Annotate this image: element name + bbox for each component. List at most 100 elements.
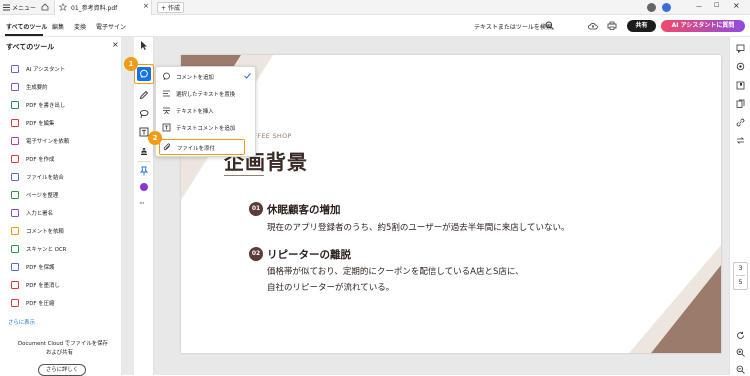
tool-icon bbox=[11, 173, 19, 181]
maximize-button[interactable]: ☐ bbox=[714, 2, 719, 9]
tool-label: コメントを依頼 bbox=[26, 229, 64, 235]
share-button[interactable]: 共有 bbox=[627, 20, 656, 32]
tool-label: AI アシスタント bbox=[26, 67, 66, 73]
page-indicator: 3 5 bbox=[733, 262, 748, 290]
paperclip-icon bbox=[163, 143, 170, 151]
lasso-icon[interactable] bbox=[139, 109, 149, 119]
document-tab[interactable]: 01_参考資料.pdf × bbox=[54, 0, 152, 15]
section-2: 02 リピーターの離脱 価格帯が似ており、定期的にクーポンを配信しているA店とS… bbox=[249, 247, 709, 302]
zoom-in-icon[interactable] bbox=[736, 348, 745, 357]
new-tab-button[interactable]: + 作成 bbox=[157, 2, 184, 13]
print-icon[interactable] bbox=[607, 21, 617, 30]
cloud-promo-line2: および共有 bbox=[46, 350, 73, 356]
section-number-circle: 02 bbox=[249, 247, 263, 261]
close-tab-icon[interactable]: × bbox=[143, 2, 149, 10]
all-tools-panel: すべてのツール × AI アシスタント 生成要約 PDF を書き出し PDF を編集電… bbox=[0, 37, 122, 376]
tool-icon bbox=[11, 209, 19, 217]
tool-icon bbox=[11, 263, 19, 271]
menu-item-label: コメントを追加 bbox=[176, 75, 214, 81]
menu-item-label: 選択したテキストを置換 bbox=[176, 92, 236, 98]
tool-icon bbox=[11, 281, 19, 289]
cloud-upload-icon[interactable] bbox=[588, 21, 598, 30]
ai-assistant-button[interactable]: AI アシスタントに質問 bbox=[661, 20, 745, 32]
pdf-page: NICE COFFEE SHOP 企画背景 01 休眠顧客の増加 現在のアプリ登… bbox=[181, 55, 721, 353]
pin-icon[interactable] bbox=[140, 166, 148, 176]
more-tools-icon[interactable]: ··· bbox=[139, 199, 145, 208]
ai-assistant-label: AI アシスタントに質問 bbox=[671, 22, 735, 29]
tool-label: PDF を作成 bbox=[26, 157, 55, 163]
menu-active-underline bbox=[5, 34, 43, 36]
step-highlight-frame bbox=[134, 64, 154, 84]
settings-icon[interactable] bbox=[736, 62, 745, 71]
tool-label: PDF を墨消し bbox=[26, 283, 60, 289]
link-icon[interactable] bbox=[736, 118, 745, 127]
menu-item-replace-text[interactable]: 選択したテキストを置換 bbox=[156, 86, 257, 101]
color-swatch-purple[interactable] bbox=[140, 183, 148, 191]
notification-icon[interactable] bbox=[662, 3, 671, 12]
pages-icon[interactable] bbox=[736, 99, 745, 108]
tool-label: ページを整理 bbox=[26, 193, 59, 199]
panel-gutter bbox=[122, 37, 134, 375]
text-comment-icon bbox=[162, 123, 171, 132]
new-tab-label: 作成 bbox=[167, 5, 180, 12]
menu-item-label: テキストコメントを追加 bbox=[176, 126, 236, 132]
user-avatar[interactable] bbox=[647, 3, 656, 12]
tab-title[interactable]: 01_参考資料.pdf bbox=[71, 3, 117, 12]
panel-close-icon[interactable]: × bbox=[112, 40, 119, 49]
pencil-icon[interactable] bbox=[139, 90, 149, 100]
close-window-button[interactable]: × bbox=[733, 1, 740, 10]
search-icon[interactable] bbox=[545, 21, 554, 30]
step-badge-2: 2 bbox=[148, 131, 162, 145]
tool-label: 入力と署名 bbox=[26, 211, 53, 217]
learn-more-button[interactable]: さらに詳しく bbox=[38, 364, 86, 376]
tool-label: スキャンと OCR bbox=[26, 247, 67, 253]
section-body-line: 現在のアプリ登録者のうち、約5割のユーザーが過去半年間に来店していない。 bbox=[267, 223, 570, 233]
cloud-promo-line1: Document Cloud でファイルを保存 bbox=[18, 341, 108, 347]
toolstrip-divider bbox=[137, 161, 151, 162]
refresh-icon[interactable] bbox=[736, 331, 745, 340]
tool-icon bbox=[11, 65, 19, 73]
menu-edit[interactable]: 編集 bbox=[52, 22, 64, 31]
menu-all-tools[interactable]: すべてのツール bbox=[6, 22, 47, 31]
title-underline bbox=[224, 175, 264, 176]
section-1: 01 休眠顧客の増加 現在のアプリ登録者のうち、約5割のユーザーが過去半年間に来… bbox=[249, 202, 709, 242]
stamp-icon[interactable] bbox=[139, 146, 149, 156]
learn-more-label: さらに詳しく bbox=[45, 367, 79, 373]
tool-icon bbox=[11, 299, 19, 307]
search-label[interactable]: テキストまたはツールを検索 bbox=[474, 22, 552, 31]
menu-item-add-comment[interactable]: コメントを追加 bbox=[156, 69, 257, 84]
bookmark-icon[interactable] bbox=[736, 81, 745, 90]
tool-label: PDF を編集 bbox=[26, 121, 55, 127]
star-icon[interactable] bbox=[59, 3, 67, 11]
tool-label: ファイルを結合 bbox=[26, 175, 64, 181]
hamburger-icon[interactable] bbox=[3, 4, 10, 11]
menu-item-add-text-comment[interactable]: テキストコメントを追加 bbox=[156, 120, 257, 135]
section-number-circle: 01 bbox=[249, 202, 263, 216]
share-button-label: 共有 bbox=[635, 22, 648, 29]
minimize-button[interactable]: — bbox=[696, 3, 702, 10]
comment-rail-icon[interactable] bbox=[736, 44, 745, 53]
tool-label: PDF を書き出し bbox=[26, 103, 66, 109]
menu-bar: すべてのツール 編集 変換 電子サイン テキストまたはツールを検索 共有 AI … bbox=[0, 15, 750, 37]
menu-item-attach-file[interactable]: ファイルを添付 bbox=[159, 139, 245, 155]
tool-icon bbox=[11, 137, 19, 145]
select-cursor-icon[interactable] bbox=[140, 41, 148, 50]
home-icon[interactable] bbox=[41, 3, 49, 11]
zoom-out-icon[interactable] bbox=[736, 365, 745, 374]
section-heading: 休眠顧客の増加 bbox=[267, 204, 341, 216]
current-page[interactable]: 3 bbox=[734, 265, 747, 272]
menu-item-label: テキストを挿入 bbox=[176, 109, 214, 115]
page-divider bbox=[736, 275, 745, 276]
menu-label[interactable]: メニュー bbox=[12, 3, 36, 12]
menu-item-insert-text[interactable]: テキストを挿入 bbox=[156, 103, 257, 118]
compare-icon[interactable] bbox=[736, 136, 745, 145]
menu-convert[interactable]: 変換 bbox=[74, 22, 86, 31]
title-bar: メニュー 01_参考資料.pdf × + 作成 — ☐ × bbox=[0, 0, 750, 15]
show-more-link[interactable]: さらに表示 bbox=[8, 318, 35, 326]
tool-icon bbox=[11, 191, 19, 199]
tool-icon bbox=[11, 155, 19, 163]
menu-esign[interactable]: 電子サイン bbox=[96, 22, 126, 31]
section-number: 01 bbox=[251, 205, 261, 212]
section-heading: リピーターの離脱 bbox=[267, 249, 351, 261]
step-badge-label: 2 bbox=[152, 134, 158, 142]
